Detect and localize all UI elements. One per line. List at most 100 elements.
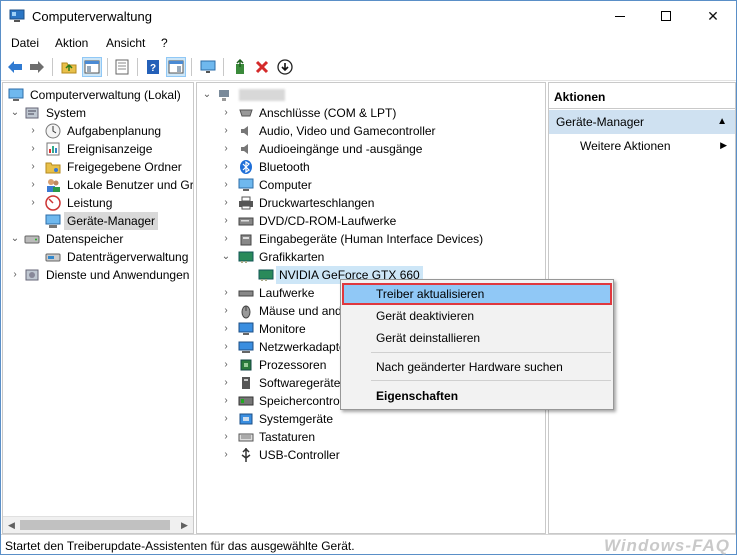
chevron-right-icon[interactable]: › — [220, 410, 232, 428]
toolbar-separator — [137, 58, 138, 76]
close-icon: ✕ — [707, 7, 719, 24]
chevron-down-icon[interactable]: ⌄ — [201, 86, 213, 104]
update-driver-icon — [236, 59, 244, 74]
context-separator — [371, 352, 611, 353]
disable-device-icon — [277, 59, 293, 75]
context-menu: Treiber aktualisieren Gerät deaktivieren… — [340, 279, 614, 410]
show-hide-console-tree-button[interactable] — [82, 57, 102, 77]
show-hide-action-pane-button[interactable] — [166, 57, 186, 77]
menu-datei[interactable]: Datei — [11, 36, 39, 50]
audio-io-icon — [238, 141, 254, 157]
chevron-right-icon[interactable]: › — [220, 356, 232, 374]
chevron-down-icon[interactable]: ⌄ — [9, 230, 21, 248]
scan-hardware-button[interactable] — [198, 57, 218, 77]
device-category-label: Netzwerkadapte — [259, 340, 346, 354]
storage-icon — [24, 231, 40, 247]
up-folder-button[interactable] — [59, 57, 79, 77]
printer-icon — [238, 195, 254, 211]
status-bar: Startet den Treiberupdate-Assistenten fü… — [1, 534, 736, 555]
menu-aktion[interactable]: Aktion — [55, 36, 88, 50]
chevron-right-icon[interactable]: › — [220, 284, 232, 302]
chevron-right-icon[interactable]: › — [27, 194, 39, 212]
disk-drive-icon — [238, 285, 254, 301]
toolbar-separator — [107, 58, 108, 76]
chevron-right-icon[interactable]: › — [220, 212, 232, 230]
properties-button[interactable] — [112, 57, 132, 77]
performance-icon — [45, 195, 61, 211]
tree-item-label: Datenspeicher — [46, 232, 124, 246]
tree-item-label: Freigegebene Ordner — [67, 160, 182, 174]
context-item-label: Gerät deinstallieren — [376, 331, 481, 345]
horizontal-scrollbar[interactable]: ◀ ▶ — [3, 516, 193, 533]
forward-arrow-icon — [30, 61, 44, 73]
chevron-right-icon[interactable]: › — [220, 194, 232, 212]
disable-device-button[interactable] — [275, 57, 295, 77]
context-item-label: Eigenschaften — [376, 389, 459, 403]
chevron-right-icon[interactable]: › — [220, 392, 232, 410]
context-uninstall-device[interactable]: Gerät deinstallieren — [342, 327, 612, 349]
menu-help[interactable]: ? — [161, 36, 168, 50]
computer-icon — [217, 87, 233, 103]
chevron-right-icon[interactable]: › — [220, 302, 232, 320]
disk-management-icon — [45, 249, 61, 265]
chevron-right-icon[interactable]: › — [220, 230, 232, 248]
chevron-right-icon[interactable]: › — [220, 104, 232, 122]
back-button[interactable] — [5, 57, 25, 77]
help-button[interactable]: ? — [143, 57, 163, 77]
tree-item-label: Aufgabenplanung — [67, 124, 162, 138]
maximize-icon — [661, 11, 671, 21]
folder-up-icon — [61, 62, 77, 74]
actions-section-device-manager[interactable]: Geräte-Manager ▲ — [549, 110, 735, 134]
more-actions-item[interactable]: Weitere Aktionen — [580, 139, 671, 153]
device-category-label: Computer — [259, 178, 312, 192]
maximize-button[interactable] — [643, 1, 689, 31]
tree-item-label: Ereignisanzeige — [67, 142, 153, 156]
device-category-label: Bluetooth — [259, 160, 310, 174]
chevron-right-icon[interactable]: › — [220, 158, 232, 176]
forward-button[interactable] — [27, 57, 47, 77]
update-driver-button[interactable] — [230, 57, 250, 77]
help-icon: ? — [147, 60, 159, 74]
toolbar-separator — [191, 58, 192, 76]
device-category-label: Softwaregeräte — [259, 376, 341, 390]
keyboard-icon — [238, 429, 254, 445]
context-disable-device[interactable]: Gerät deaktivieren — [342, 305, 612, 327]
chevron-right-icon[interactable]: › — [27, 176, 39, 194]
scrollbar-thumb[interactable] — [20, 520, 170, 530]
chevron-right-icon[interactable]: › — [220, 446, 232, 464]
chevron-right-icon[interactable]: › — [220, 320, 232, 338]
watermark: Windows-FAQ — [603, 536, 730, 555]
scroll-left-icon[interactable]: ◀ — [3, 517, 20, 533]
chevron-right-icon[interactable]: › — [220, 374, 232, 392]
device-category-label: Tastaturen — [259, 430, 316, 444]
chevron-down-icon[interactable]: ⌄ — [9, 104, 21, 122]
chevron-right-icon[interactable]: › — [27, 122, 39, 140]
tree-item-label: Computerverwaltung (Lokal) — [30, 88, 181, 102]
close-button[interactable]: ✕ — [690, 1, 736, 31]
menu-ansicht[interactable]: Ansicht — [106, 36, 145, 50]
chevron-right-icon[interactable]: › — [220, 140, 232, 158]
chevron-right-icon[interactable]: › — [220, 176, 232, 194]
ports-icon — [238, 105, 254, 121]
collapse-up-icon[interactable]: ▲ — [717, 116, 727, 127]
chevron-right-icon[interactable]: › — [220, 338, 232, 356]
device-category-label: DVD/CD-ROM-Laufwerke — [259, 214, 397, 228]
task-scheduler-icon — [45, 123, 61, 139]
scroll-right-icon[interactable]: ▶ — [176, 517, 193, 533]
context-item-label: Gerät deaktivieren — [376, 309, 475, 323]
chevron-down-icon[interactable]: ⌄ — [220, 248, 232, 266]
computer-management-icon — [9, 9, 25, 23]
context-update-driver[interactable]: Treiber aktualisieren — [342, 283, 612, 305]
chevron-right-icon[interactable]: › — [220, 428, 232, 446]
uninstall-button[interactable] — [252, 57, 272, 77]
context-properties[interactable]: Eigenschaften — [342, 385, 612, 407]
chevron-right-icon[interactable]: › — [27, 140, 39, 158]
minimize-button[interactable] — [597, 1, 643, 31]
context-scan-hardware[interactable]: Nach geänderter Hardware suchen — [342, 356, 612, 378]
chevron-right-icon[interactable]: › — [9, 266, 21, 284]
chevron-right-icon[interactable]: › — [27, 158, 39, 176]
dvd-icon — [238, 213, 254, 229]
device-category-label: Mäuse und and — [259, 304, 342, 318]
chevron-right-icon[interactable]: › — [220, 122, 232, 140]
local-users-icon — [45, 177, 61, 193]
